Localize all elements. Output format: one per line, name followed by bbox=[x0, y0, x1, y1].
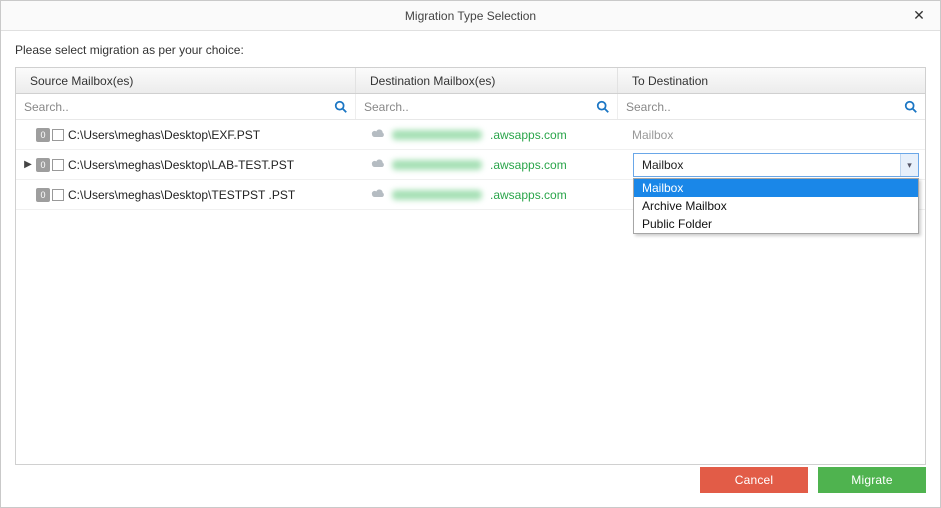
source-cell: ▶0 C:\Users\meghas\Desktop\LAB-TEST.PST bbox=[16, 150, 356, 179]
close-icon[interactable]: ✕ bbox=[904, 5, 934, 27]
titlebar: Migration Type Selection ✕ bbox=[1, 1, 940, 31]
count-badge: 0 bbox=[36, 128, 50, 142]
grid-header: Source Mailbox(es) Destination Mailbox(e… bbox=[16, 68, 925, 94]
search-destination-input[interactable] bbox=[364, 100, 595, 114]
search-source-cell bbox=[16, 94, 356, 119]
footer: Cancel Migrate bbox=[700, 467, 926, 493]
column-header-source[interactable]: Source Mailbox(es) bbox=[16, 68, 356, 93]
search-row bbox=[16, 94, 925, 120]
expand-arrow-icon[interactable]: ▶ bbox=[22, 159, 34, 170]
destination-cell: .awsapps.com bbox=[356, 180, 618, 209]
grid-rows: ▶0C:\Users\meghas\Desktop\EXF.PST.awsapp… bbox=[16, 120, 925, 210]
search-icon[interactable] bbox=[595, 99, 611, 115]
destination-domain: .awsapps.com bbox=[490, 158, 567, 172]
cloud-icon bbox=[370, 157, 386, 172]
search-todestination-cell bbox=[618, 94, 925, 119]
count-badge: 0 bbox=[36, 158, 50, 172]
to-destination-combobox[interactable]: Mailbox ▾ bbox=[633, 153, 919, 177]
destination-domain: .awsapps.com bbox=[490, 188, 567, 202]
column-header-to-destination[interactable]: To Destination bbox=[618, 68, 925, 93]
chevron-down-icon[interactable]: ▾ bbox=[900, 154, 918, 176]
migrate-button[interactable]: Migrate bbox=[818, 467, 926, 493]
cloud-icon bbox=[370, 127, 386, 142]
cancel-button[interactable]: Cancel bbox=[700, 467, 808, 493]
table-row[interactable]: ▶0 C:\Users\meghas\Desktop\LAB-TEST.PST .a… bbox=[16, 150, 925, 180]
instruction-text: Please select migration as per your choi… bbox=[1, 31, 940, 67]
source-path: C:\Users\meghas\Desktop\LAB-TEST.PST bbox=[68, 158, 294, 172]
combobox-option[interactable]: Archive Mailbox bbox=[634, 197, 918, 215]
source-path: C:\Users\meghas\Desktop\TESTPST .PST bbox=[68, 188, 295, 202]
column-header-destination[interactable]: Destination Mailbox(es) bbox=[356, 68, 618, 93]
destination-cell: .awsapps.com bbox=[356, 120, 618, 149]
row-checkbox[interactable] bbox=[52, 129, 64, 141]
search-todestination-input[interactable] bbox=[626, 100, 903, 114]
combobox-dropdown: MailboxArchive MailboxPublic Folder bbox=[633, 178, 919, 234]
combobox-option[interactable]: Mailbox bbox=[634, 179, 918, 197]
search-source-input[interactable] bbox=[24, 100, 333, 114]
source-cell: ▶0C:\Users\meghas\Desktop\TESTPST .PST bbox=[16, 180, 356, 209]
window-title: Migration Type Selection bbox=[405, 9, 536, 23]
source-cell: ▶0C:\Users\meghas\Desktop\EXF.PST bbox=[16, 120, 356, 149]
combobox-option[interactable]: Public Folder bbox=[634, 215, 918, 233]
cloud-icon bbox=[370, 187, 386, 202]
redacted-text bbox=[392, 130, 482, 140]
row-checkbox[interactable] bbox=[52, 159, 64, 171]
to-destination-cell[interactable]: Mailbox bbox=[618, 120, 925, 149]
redacted-text bbox=[392, 190, 482, 200]
migration-grid: Source Mailbox(es) Destination Mailbox(e… bbox=[15, 67, 926, 465]
search-destination-cell bbox=[356, 94, 618, 119]
search-icon[interactable] bbox=[333, 99, 349, 115]
combobox-value: Mailbox bbox=[642, 158, 683, 172]
table-row[interactable]: ▶0C:\Users\meghas\Desktop\EXF.PST.awsapp… bbox=[16, 120, 925, 150]
destination-cell: .awsapps.com bbox=[356, 150, 618, 179]
source-path: C:\Users\meghas\Desktop\EXF.PST bbox=[68, 128, 260, 142]
destination-domain: .awsapps.com bbox=[490, 128, 567, 142]
row-checkbox[interactable] bbox=[52, 189, 64, 201]
search-icon[interactable] bbox=[903, 99, 919, 115]
redacted-text bbox=[392, 160, 482, 170]
count-badge: 0 bbox=[36, 188, 50, 202]
